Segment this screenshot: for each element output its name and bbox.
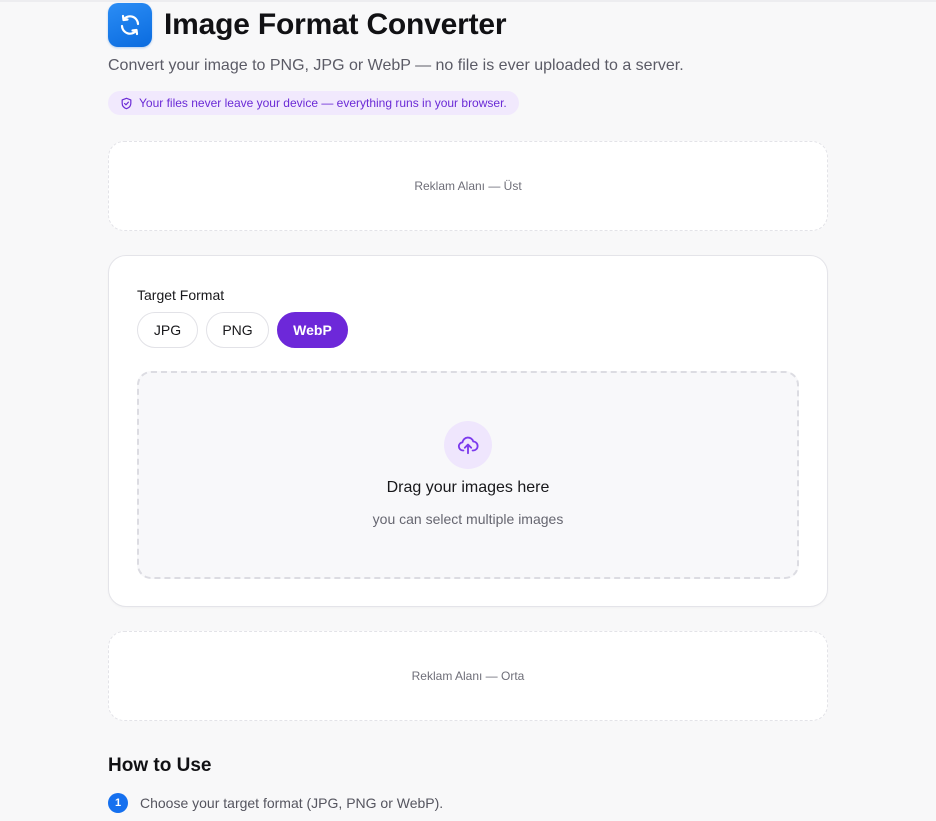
ad-slot-middle-label: Reklam Alanı — Orta	[411, 669, 525, 683]
how-to-step: 1 Choose your target format (JPG, PNG or…	[108, 793, 443, 813]
ad-slot-top: Reklam Alanı — Üst	[108, 141, 828, 231]
page-subtitle: Convert your image to PNG, JPG or WebP —…	[108, 57, 684, 74]
target-format-label: Target Format	[137, 287, 225, 303]
privacy-badge: Your files never leave your device — eve…	[108, 91, 519, 115]
cloud-upload-icon	[457, 436, 479, 455]
dropzone-title: Drag your images here	[386, 479, 550, 496]
format-selector: JPG PNG WebP	[137, 312, 356, 348]
privacy-text: Your files never leave your device — eve…	[139, 96, 507, 110]
ad-slot-top-label: Reklam Alanı — Üst	[414, 179, 522, 193]
ad-slot-middle: Reklam Alanı — Orta	[108, 631, 828, 721]
app-logo	[108, 3, 152, 47]
step-number-badge: 1	[108, 793, 128, 813]
header: Image Format Converter	[108, 3, 507, 47]
refresh-icon	[120, 14, 140, 36]
upload-icon-badge	[444, 421, 492, 469]
step-text: Choose your target format (JPG, PNG or W…	[140, 795, 444, 811]
format-button-png[interactable]: PNG	[206, 312, 269, 348]
converter-card: Target Format JPG PNG WebP Drag your ima…	[108, 255, 828, 607]
format-button-jpg[interactable]: JPG	[137, 312, 198, 348]
top-divider	[0, 0, 936, 2]
dropzone-subtitle: you can select multiple images	[372, 511, 564, 527]
how-to-title: How to Use	[108, 755, 212, 776]
format-button-webp[interactable]: WebP	[277, 312, 348, 348]
image-dropzone[interactable]: Drag your images here you can select mul…	[137, 371, 799, 579]
shield-check-icon	[121, 97, 132, 109]
page-title: Image Format Converter	[164, 8, 507, 41]
